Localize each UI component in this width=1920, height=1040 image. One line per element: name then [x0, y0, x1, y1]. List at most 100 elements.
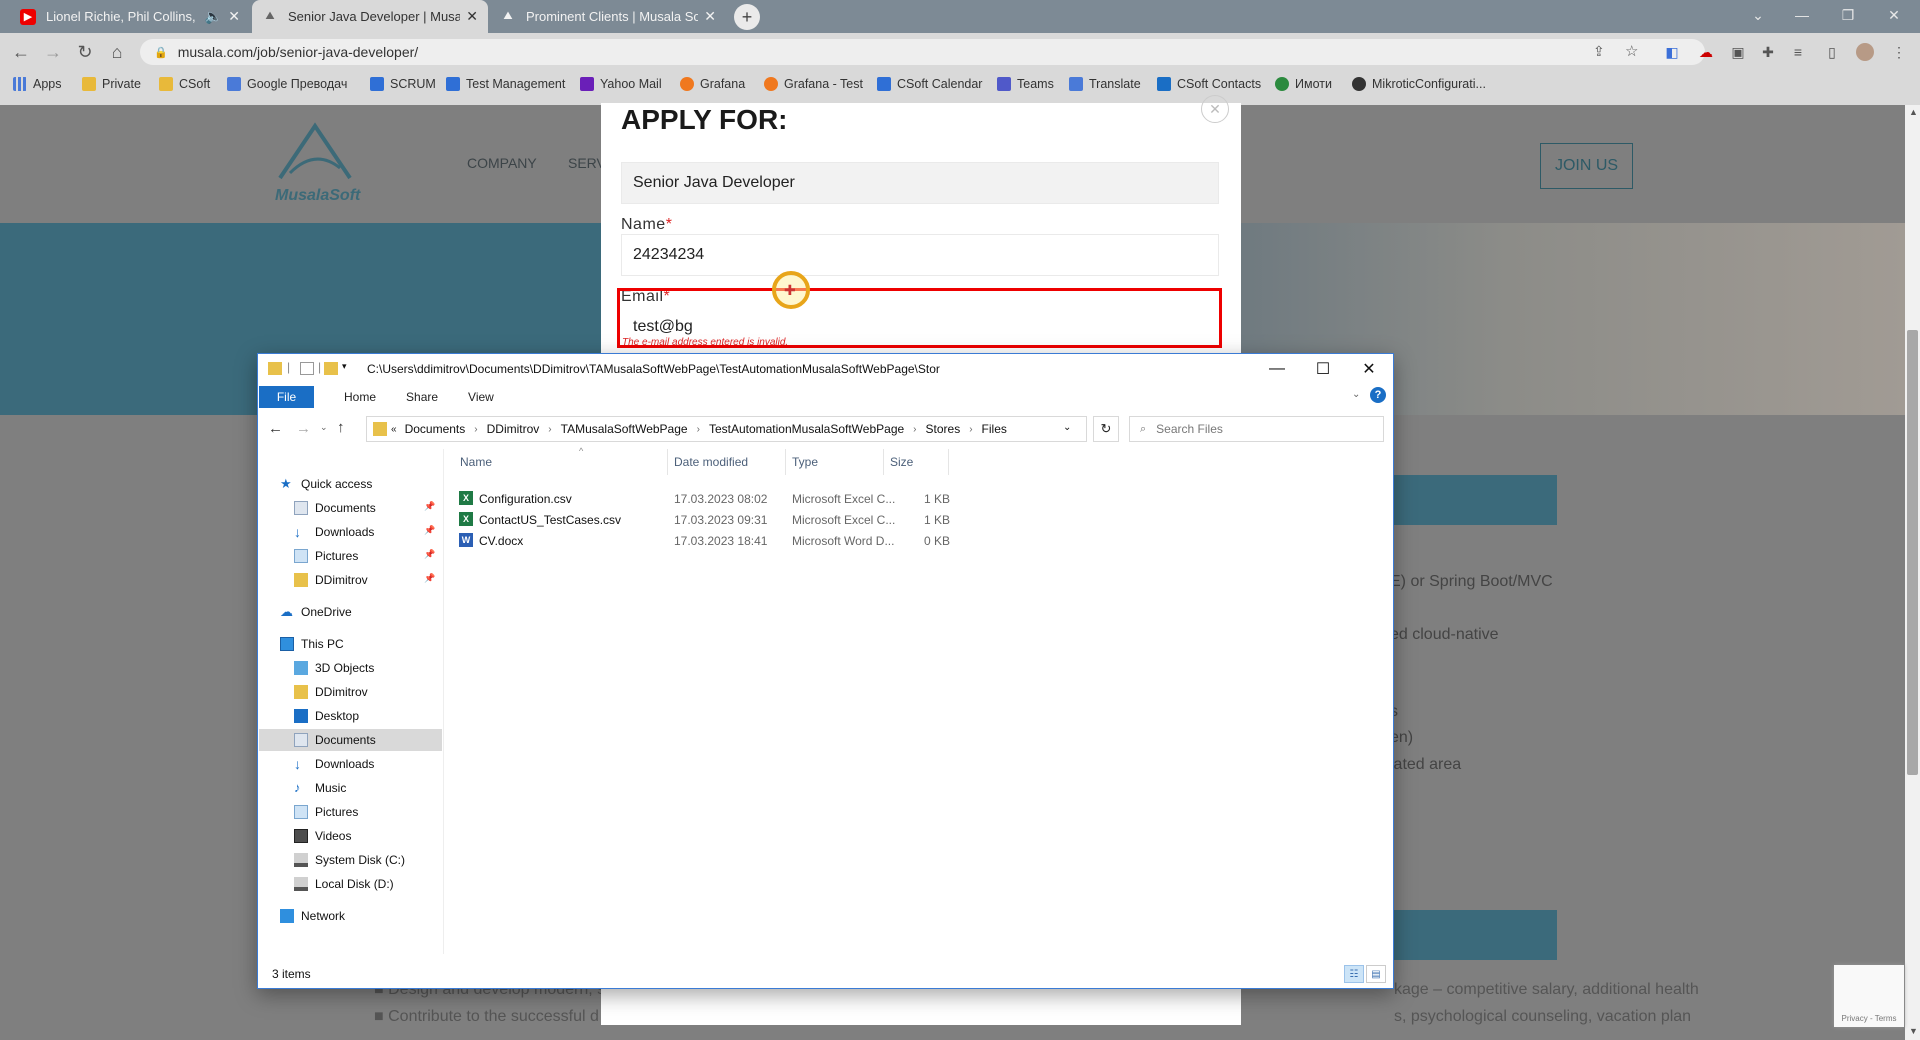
close-modal-button[interactable]: ✕ — [1201, 95, 1229, 123]
back-icon[interactable]: ← — [8, 39, 34, 65]
restore-button[interactable]: ❐ — [1826, 0, 1870, 30]
address-dropdown-icon[interactable]: ⌄ — [1063, 422, 1071, 433]
bookmark-star-icon[interactable]: ☆ — [1625, 42, 1638, 60]
chevron-right-icon[interactable]: › — [697, 424, 700, 435]
ribbon-share-tab[interactable]: Share — [406, 390, 438, 404]
chevron-right-icon[interactable]: › — [474, 424, 477, 435]
column-type[interactable]: Type — [786, 449, 884, 475]
name-input[interactable]: 24234234 — [621, 234, 1219, 276]
minimize-button[interactable]: — — [1780, 0, 1824, 30]
nav-onedrive[interactable]: ☁ OneDrive — [280, 601, 352, 623]
tab-youtube[interactable]: ▶ Lionel Richie, Phil Collins, Ro 🔈 ✕ — [10, 0, 250, 33]
properties-icon[interactable] — [300, 362, 314, 375]
back-icon[interactable]: ← — [268, 420, 283, 437]
tab-senior-java[interactable]: ⛰ Senior Java Developer | Musala S ✕ — [252, 0, 488, 33]
bookmark-teams[interactable]: Teams — [997, 75, 1054, 93]
home-icon[interactable]: ⌂ — [104, 39, 130, 65]
chevron-right-icon[interactable]: › — [913, 424, 916, 435]
bookmark-grafana[interactable]: Grafana — [680, 75, 745, 93]
bookmark-csoft-contacts[interactable]: CSoft Contacts — [1157, 75, 1261, 93]
help-icon[interactable]: ? — [1370, 387, 1386, 403]
explorer-close-button[interactable]: ✕ — [1346, 354, 1392, 384]
nav-music[interactable]: ♪ Music — [294, 777, 346, 799]
nav-local-disk[interactable]: Local Disk (D:) — [294, 873, 394, 895]
cloud-ext-icon[interactable]: ☁ — [1697, 43, 1715, 61]
refresh-icon[interactable]: ↻ — [1093, 416, 1119, 442]
customize-toolbar-icon[interactable]: ▾ — [342, 361, 347, 372]
nav-downloads[interactable]: ↓ Downloads — [294, 753, 374, 775]
expand-ribbon-icon[interactable]: ⌄ — [1352, 389, 1360, 400]
crumb-documents[interactable]: Documents — [405, 422, 466, 436]
recaptcha-badge[interactable]: Privacy - Terms — [1834, 965, 1904, 1027]
chevron-right-icon[interactable]: › — [548, 424, 551, 435]
ribbon-file-tab[interactable]: File — [259, 386, 314, 408]
nav-this-pc[interactable]: This PC — [280, 633, 344, 655]
file-row[interactable]: X Configuration.csv 17.03.2023 08:02 Mic… — [454, 488, 954, 509]
share-icon[interactable]: ⇪ — [1593, 43, 1605, 60]
profile-avatar[interactable] — [1856, 43, 1874, 61]
explorer-maximize-button[interactable]: ☐ — [1300, 354, 1346, 384]
reload-icon[interactable]: ↻ — [72, 39, 98, 65]
nav-pc-ddimitrov[interactable]: DDimitrov — [294, 681, 368, 703]
nav-documents-selected[interactable]: Documents — [259, 729, 442, 751]
close-tab-icon[interactable]: ✕ — [466, 8, 478, 25]
ribbon-home-tab[interactable]: Home — [344, 390, 376, 404]
overflow-chevron-icon[interactable]: « — [391, 424, 397, 435]
new-folder-icon[interactable] — [324, 362, 338, 375]
nav-3d-objects[interactable]: 3D Objects — [294, 657, 374, 679]
bookmark-apps[interactable]: Apps — [13, 75, 62, 93]
new-tab-button[interactable]: + — [734, 4, 760, 30]
translate-ext-icon[interactable]: ◧ — [1663, 43, 1681, 61]
nav-qa-downloads[interactable]: ↓ Downloads — [294, 521, 374, 543]
scroll-down-icon[interactable]: ▼ — [1909, 1026, 1918, 1036]
column-name[interactable]: Name — [454, 449, 668, 475]
search-field[interactable]: ⌕ Search Files — [1129, 416, 1384, 442]
scrollbar-thumb[interactable] — [1907, 330, 1918, 775]
explorer-minimize-button[interactable]: — — [1254, 354, 1300, 384]
breadcrumb[interactable]: « Documents › DDimitrov › TAMusalaSoftWebP… — [366, 416, 1087, 442]
bookmark-google-translate[interactable]: Google Преводач — [227, 75, 347, 93]
bookmark-private[interactable]: Private — [82, 75, 141, 93]
column-size[interactable]: Size — [884, 449, 949, 475]
nav-network[interactable]: Network — [280, 905, 345, 927]
crumb-ddimitrov[interactable]: DDimitrov — [487, 422, 540, 436]
forward-icon[interactable]: → — [40, 39, 66, 65]
close-tab-icon[interactable]: ✕ — [228, 8, 240, 25]
reading-list-icon[interactable]: ≡ — [1789, 43, 1807, 61]
nav-desktop[interactable]: Desktop — [294, 705, 359, 727]
crumb-files[interactable]: Files — [982, 422, 1007, 436]
column-date-modified[interactable]: Date modified — [668, 449, 786, 475]
nav-videos[interactable]: Videos — [294, 825, 351, 847]
large-icons-view-icon[interactable]: ▤ — [1366, 965, 1386, 983]
bookmark-yahoo-mail[interactable]: Yahoo Mail — [580, 75, 662, 93]
extensions-icon[interactable]: ✚ — [1759, 43, 1777, 61]
ribbon-view-tab[interactable]: View — [468, 390, 494, 404]
bookmark-csoft[interactable]: CSoft — [159, 75, 210, 93]
file-row[interactable]: W CV.docx 17.03.2023 18:41 Microsoft Wor… — [454, 530, 954, 551]
scroll-up-icon[interactable]: ▲ — [1909, 107, 1918, 117]
nav-qa-documents[interactable]: Documents — [294, 497, 376, 519]
up-icon[interactable]: ↑ — [337, 419, 345, 436]
nav-system-disk[interactable]: System Disk (C:) — [294, 849, 405, 871]
bookmark-csoft-calendar[interactable]: CSoft Calendar — [877, 75, 982, 93]
nav-quick-access[interactable]: ★ Quick access — [280, 473, 372, 495]
crumb-stores[interactable]: Stores — [926, 422, 961, 436]
address-bar[interactable]: 🔒 musala.com/job/senior-java-developer/ — [140, 39, 1705, 65]
bookmark-grafana-test[interactable]: Grafana - Test — [764, 75, 863, 93]
close-window-button[interactable]: ✕ — [1872, 0, 1916, 30]
join-us-button[interactable]: JOIN US — [1540, 143, 1633, 189]
tab-search-icon[interactable]: ⌄ — [1736, 0, 1780, 30]
forward-icon[interactable]: → — [296, 420, 311, 437]
crumb-tamusala[interactable]: TAMusalaSoftWebPage — [561, 422, 688, 436]
speaker-icon[interactable]: 🔈 — [205, 8, 222, 25]
bookmark-imoti[interactable]: Имоти — [1275, 75, 1332, 93]
nav-qa-ddimitrov[interactable]: DDimitrov — [294, 569, 368, 591]
nav-company[interactable]: COMPANY — [467, 155, 537, 171]
nav-qa-pictures[interactable]: Pictures — [294, 545, 358, 567]
menu-icon[interactable]: ⋮ — [1890, 43, 1908, 61]
bookmark-mikrotik[interactable]: MikroticConfigurati... — [1352, 75, 1486, 93]
side-panel-icon[interactable]: ▯ — [1823, 43, 1841, 61]
nav-pictures[interactable]: Pictures — [294, 801, 358, 823]
bookmark-translate[interactable]: Translate — [1069, 75, 1141, 93]
crumb-testautomation[interactable]: TestAutomationMusalaSoftWebPage — [709, 422, 904, 436]
